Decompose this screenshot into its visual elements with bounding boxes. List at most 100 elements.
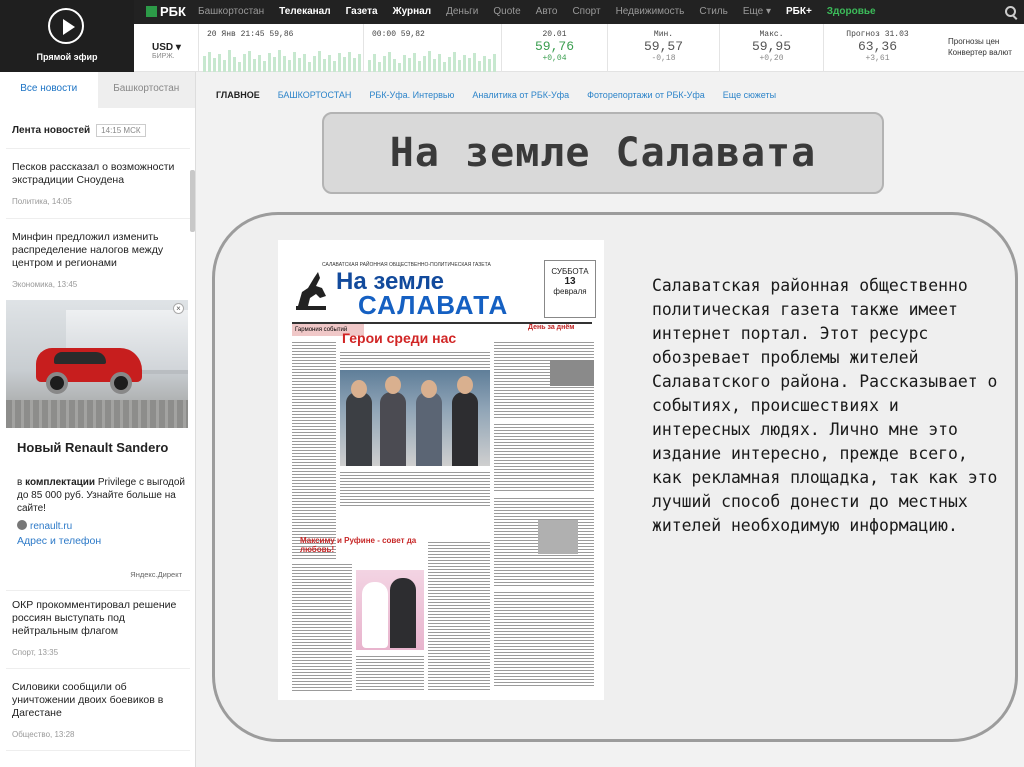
ad-address-link[interactable]: Адрес и телефон — [17, 535, 101, 547]
ad-text-prefix: в — [17, 477, 26, 488]
newspaper-name-bottom: САЛАВАТА — [358, 290, 509, 320]
slide-body-text: Салаватская районная общественно политич… — [652, 276, 998, 535]
quote-value: 59,95 — [751, 39, 791, 54]
nav-item[interactable]: Недвижимость — [616, 6, 685, 17]
intraday-chart[interactable]: 20 Янв 21:45 59,86 — [198, 24, 363, 72]
story-subnav: ГЛАВНОЕ БАШКОРТОСТАН РБК-Уфа. Интервью Анал… — [216, 90, 794, 100]
nav-item[interactable]: Журнал — [393, 6, 432, 17]
divider — [6, 668, 190, 669]
news-meta: Общество, 13:28 — [12, 730, 75, 739]
exchange-label: БИРЖ. — [152, 53, 175, 60]
nav-item[interactable]: РБК+ — [786, 6, 812, 17]
news-item[interactable]: ОКР прокомментировал решение россиян выс… — [12, 599, 188, 659]
date-day: СУББОТА — [551, 267, 589, 276]
rbc-logo[interactable]: РБК — [146, 4, 186, 19]
quote-value: 63,36 — [857, 39, 897, 54]
subnav-item[interactable]: РБК-Уфа. Интервью — [369, 90, 454, 100]
live-label: Прямой эфир — [36, 52, 98, 62]
play-icon — [48, 8, 84, 44]
ad-title[interactable]: Новый Renault Sandero — [17, 440, 168, 456]
tab-bashkortostan[interactable]: Башкортостан — [97, 72, 195, 108]
horseman-emblem-icon — [296, 272, 326, 310]
news-title: Песков рассказал о возможности экстрадиц… — [12, 161, 175, 186]
sidebar-tabs: Все новости Башкортостан — [0, 72, 195, 108]
news-meta: Спорт, 13:35 — [12, 648, 59, 657]
session-chart[interactable]: 00:00 59,82 — [363, 24, 501, 72]
quote-value: 59,76 — [534, 39, 574, 54]
search-icon[interactable] — [1005, 6, 1016, 17]
renault-ad[interactable]: × Новый Renault Sandero в комплектации P… — [6, 300, 188, 586]
subnav-item[interactable]: Аналитика от РБК-Уфа — [472, 90, 569, 100]
news-item[interactable]: Песков рассказал о возможности экстрадиц… — [12, 161, 188, 208]
news-title: Силовики сообщили об уничтожении двоих б… — [12, 681, 164, 719]
nav-item[interactable]: Спорт — [572, 6, 600, 17]
nav-item[interactable]: Телеканал — [279, 6, 330, 17]
nav-item[interactable]: Стиль — [699, 6, 727, 17]
rbc-logo-text: РБК — [160, 4, 186, 19]
quote-value: 59,57 — [643, 39, 683, 54]
newspaper-headline: Герои среди нас — [342, 330, 457, 346]
news-title: ОКР прокомментировал решение россиян выс… — [12, 599, 177, 637]
currency-converter-link[interactable]: Конвертер валют — [948, 47, 1012, 58]
live-broadcast-button[interactable]: Прямой эфир — [0, 0, 134, 72]
rbc-logo-square-icon — [146, 6, 157, 17]
feed-time-badge: 14:15 МСК — [96, 124, 146, 137]
subnav-item[interactable]: БАШКОРТОСТАН — [278, 90, 352, 100]
nav-item[interactable]: Деньги — [446, 6, 478, 17]
nav-item[interactable]: Quote — [493, 6, 520, 17]
news-sidebar: Все новости Башкортостан Лента новостей 1… — [0, 72, 196, 767]
currency-selector[interactable]: USD ▾ БИРЖ. — [152, 42, 181, 60]
chart-header: 20 Янв 21:45 59,86 — [207, 30, 294, 39]
quote-title: 20.01 — [542, 30, 567, 39]
tab-all-news[interactable]: Все новости — [0, 72, 98, 108]
news-feed-header: Лента новостей 14:15 МСК — [12, 124, 146, 137]
subnav-item[interactable]: Фоторепортажи от РБК-Уфа — [587, 90, 705, 100]
quote-title: Мин. — [653, 30, 674, 39]
ad-domain-link[interactable]: renault.ru — [17, 520, 72, 532]
nav-item[interactable]: Авто — [536, 6, 558, 17]
subnav-item[interactable]: Еще сюжеты — [723, 90, 776, 100]
sidebar-scrollbar[interactable] — [190, 170, 195, 232]
divider — [6, 218, 190, 219]
nav-item[interactable]: Газета — [346, 6, 378, 17]
quote-delta: -0,18 — [651, 54, 676, 63]
nav-item[interactable]: Башкортостан — [198, 6, 264, 17]
divider — [6, 590, 190, 591]
nav-item[interactable]: Еще ▾ — [743, 6, 771, 17]
news-title: Минфин предложил изменить распределение … — [12, 231, 164, 269]
newspaper-subheadline: Максиму и Руфине - совет да любовь! — [300, 536, 417, 554]
quote-links: Прогнозы цен Конвертер валют — [948, 36, 1012, 58]
intraday-sparkline — [203, 50, 361, 72]
quote-cell-forecast[interactable]: Прогноз 31.03 63,36 +3,61 — [823, 24, 931, 72]
price-forecast-link[interactable]: Прогнозы цен — [948, 36, 1012, 47]
news-meta: Политика, 14:05 — [12, 197, 72, 206]
ad-car-image[interactable] — [6, 300, 188, 428]
ad-text-bold: комплектации — [25, 477, 96, 488]
divider — [6, 148, 190, 149]
quote-cell-max[interactable]: Макс. 59,95 +0,20 — [719, 24, 823, 72]
newspaper-column-header: День за днём — [528, 324, 575, 331]
top-bar: Прямой эфир РБК Башкортостан Телеканал Газ… — [0, 0, 1024, 72]
newspaper-image: САЛАВАТСКАЯ РАЙОННАЯ ОБЩЕСТВЕННО-ПОЛИТИЧ… — [278, 240, 604, 700]
quote-cell-min[interactable]: Мин. 59,57 -0,18 — [607, 24, 719, 72]
ad-source[interactable]: Яндекс.Директ — [130, 570, 182, 579]
nav-item[interactable]: Здоровье — [827, 6, 876, 17]
news-item[interactable]: Силовики сообщили об уничтожении двоих б… — [12, 681, 188, 741]
ad-close-icon[interactable]: × — [173, 303, 184, 314]
quote-delta: +3,61 — [865, 54, 890, 63]
news-item[interactable]: Минфин предложил изменить распределение … — [12, 231, 188, 291]
newspaper-group-photo — [340, 370, 490, 466]
quote-cell-close[interactable]: 20.01 59,76 +0,04 — [501, 24, 607, 72]
main-navigation: РБК Башкортостан Телеканал Газета Журнал Ден… — [134, 0, 1024, 24]
session-sparkline — [368, 51, 496, 72]
divider — [6, 750, 190, 751]
subnav-item[interactable]: ГЛАВНОЕ — [216, 90, 260, 100]
ad-text: в комплектации Privilege с выгодой до 85… — [17, 476, 185, 515]
nav-items: Башкортостан Телеканал Газета Журнал Деньги Q… — [198, 6, 891, 17]
newspaper-date-box: СУББОТА 13 февраля — [544, 260, 596, 318]
feed-title: Лента новостей — [12, 125, 91, 136]
quote-title: Макс. — [759, 30, 784, 39]
news-meta: Экономика, 13:45 — [12, 280, 78, 289]
quote-delta: +0,20 — [759, 54, 784, 63]
ad-domain: renault.ru — [30, 521, 73, 532]
